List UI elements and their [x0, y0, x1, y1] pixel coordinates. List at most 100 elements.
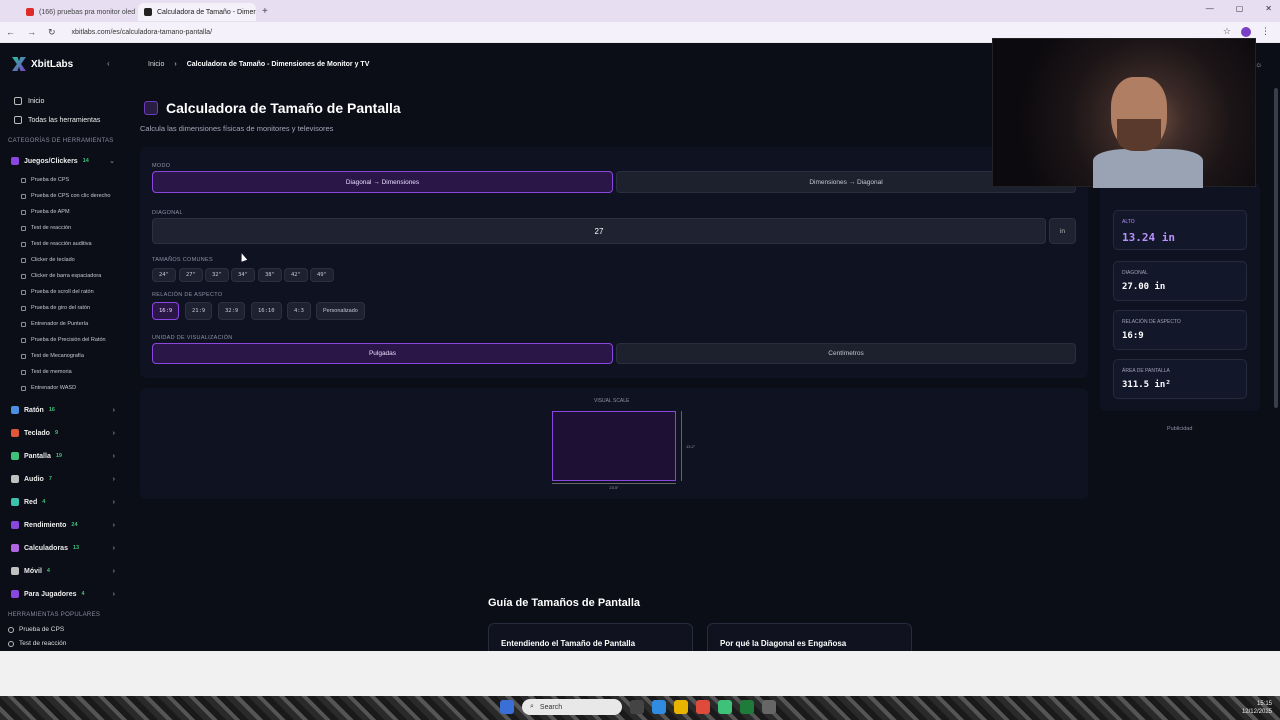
category-icon: [11, 521, 19, 529]
unit-inches-button[interactable]: Pulgadas: [152, 343, 613, 364]
category-icon: [11, 544, 19, 552]
guide-card[interactable]: Entendiendo el Tamaño de Pantalla: [488, 623, 693, 651]
file-explorer-icon[interactable]: [674, 700, 688, 714]
taskbar-search[interactable]: ⌕ Search: [522, 699, 622, 715]
site-logo[interactable]: XbitLabs: [12, 57, 73, 71]
edge-icon[interactable]: [652, 700, 666, 714]
sidebar-subitem[interactable]: Test de memoria: [21, 369, 72, 375]
sidebar-category[interactable]: Móvil 4 ›: [11, 567, 115, 575]
sidebar-subitem[interactable]: Prueba de giro del ratón: [21, 305, 90, 311]
aspect-ratio-chip[interactable]: 21:9: [185, 302, 213, 320]
common-size-chip[interactable]: 34": [231, 268, 255, 282]
back-icon[interactable]: ←: [6, 27, 15, 37]
popular-item-label: Test de reacción: [19, 640, 67, 647]
home-icon: [14, 97, 22, 105]
sidebar-subitem-label: Entrenador WASD: [31, 385, 77, 391]
chevron-right-icon: ›: [112, 590, 115, 598]
profile-avatar[interactable]: [1241, 26, 1251, 37]
task-view-icon[interactable]: [630, 700, 644, 714]
url-field[interactable]: xbitlabs.com/es/calculadora-tamano-panta…: [72, 29, 212, 36]
sidebar-item-all-tools[interactable]: Todas las herramientas: [14, 116, 100, 124]
browser-tab-calculator[interactable]: Calculadora de Tamaño - Dimer ×: [138, 3, 256, 21]
breadcrumb-separator: ›: [174, 61, 177, 68]
calculator-panel: MODO Diagonal → Dimensiones Dimensiones …: [140, 147, 1088, 378]
sidebar-category[interactable]: Red 4 ›: [11, 498, 115, 506]
tool-icon: [21, 193, 26, 199]
new-tab-button[interactable]: +: [262, 6, 268, 17]
sidebar-category[interactable]: Teclado 9 ›: [11, 429, 115, 437]
close-window-icon[interactable]: ✕: [1265, 4, 1272, 13]
common-size-chip[interactable]: 38": [258, 268, 282, 282]
category-label: Teclado: [24, 429, 50, 437]
sidebar-category[interactable]: Para Jugadores 4 ›: [11, 590, 115, 598]
aspect-ratio-chip[interactable]: 16:9: [152, 302, 180, 320]
menu-kebab-icon[interactable]: ⋮: [1261, 26, 1270, 37]
sidebar-subitem[interactable]: Prueba de scroll del ratón: [21, 289, 94, 295]
sidebar-item-label: Inicio: [28, 97, 45, 105]
sidebar-subitem[interactable]: Test de reacción: [21, 225, 71, 231]
sidebar-category[interactable]: Pantalla 19 ›: [11, 452, 115, 460]
aspect-ratio-chip[interactable]: 16:10: [251, 302, 282, 320]
category-icon: [11, 452, 19, 460]
reload-icon[interactable]: ↻: [48, 27, 56, 38]
popular-item[interactable]: Prueba de CPS: [8, 626, 64, 633]
common-size-chip[interactable]: 49": [310, 268, 334, 282]
sidebar-subitem[interactable]: Entrenador WASD: [21, 385, 76, 391]
browser-tabbar: (166) pruebas pra monitor oled × Calcula…: [0, 0, 1280, 22]
sidebar-subitem[interactable]: Clicker de teclado: [21, 257, 75, 263]
bookmark-star-icon[interactable]: ☆: [1223, 26, 1231, 37]
page-scrollbar[interactable]: [1274, 88, 1278, 408]
sidebar-category[interactable]: Rendimiento 24 ›: [11, 521, 115, 529]
mode-diagonal-to-dimensions-button[interactable]: Diagonal → Dimensiones: [152, 171, 613, 193]
sidebar-subitem-label: Prueba de giro del ratón: [31, 305, 91, 311]
store-icon[interactable]: [718, 700, 732, 714]
sidebar-subitem[interactable]: Entrenador de Puntería: [21, 321, 88, 327]
chrome-icon[interactable]: [696, 700, 710, 714]
result-label: ÁREA DE PANTALLA: [1122, 368, 1170, 374]
sidebar-subitem[interactable]: Prueba de APM: [21, 209, 70, 215]
common-size-chip[interactable]: 24": [152, 268, 176, 282]
common-sizes-label: TAMAÑOS COMUNES: [152, 257, 213, 263]
excel-icon[interactable]: [740, 700, 754, 714]
aspect-ratio-chip[interactable]: 32:9: [218, 302, 246, 320]
app-icon[interactable]: [762, 700, 776, 714]
aspect-ratio-chip[interactable]: 4:3: [287, 302, 311, 320]
browser-tab-youtube[interactable]: (166) pruebas pra monitor oled ×: [20, 3, 138, 21]
diagonal-input[interactable]: 27: [152, 218, 1046, 244]
breadcrumb-home[interactable]: Inicio: [148, 61, 164, 68]
sidebar-item-inicio[interactable]: Inicio: [14, 97, 44, 105]
collapse-sidebar-icon[interactable]: ‹: [107, 59, 110, 68]
aspect-ratio-chip[interactable]: Personalizado: [316, 302, 365, 320]
webcam-person-shirt: [1093, 149, 1203, 188]
forward-icon[interactable]: →: [27, 27, 36, 37]
grid-icon: [14, 116, 22, 124]
sidebar-subitem[interactable]: Prueba de CPS con clic derecho: [21, 193, 111, 199]
monitor-icon: [144, 101, 158, 115]
sidebar-category-juegos[interactable]: Juegos/Clickers 14 ⌄: [11, 157, 115, 165]
sidebar-subitem-label: Test de Mecanografía: [31, 353, 84, 359]
sidebar-subitem-label: Clicker de teclado: [31, 257, 75, 263]
minimize-icon[interactable]: —: [1206, 4, 1214, 13]
common-size-chip[interactable]: 42": [284, 268, 308, 282]
windows-start-icon[interactable]: [500, 700, 514, 714]
tab-label: Calculadora de Tamaño - Dimer: [157, 8, 256, 16]
sidebar-subitem[interactable]: Prueba de CPS: [21, 177, 69, 183]
theme-toggle-icon[interactable]: ☼: [1255, 60, 1262, 69]
sidebar-subitem[interactable]: Clicker de barra espaciadora: [21, 273, 101, 279]
unit-centimeters-button[interactable]: Centímetros: [616, 343, 1076, 364]
sidebar-subitem[interactable]: Prueba de Precisión del Ratón: [21, 337, 106, 343]
sidebar-category[interactable]: Ratón 16 ›: [11, 406, 115, 414]
popular-item[interactable]: Test de reacción: [8, 640, 66, 647]
guide-card[interactable]: Por qué la Diagonal es Engañosa: [707, 623, 912, 651]
common-size-chip[interactable]: 27": [179, 268, 203, 282]
sidebar-category[interactable]: Calculadoras 13 ›: [11, 544, 115, 552]
maximize-icon[interactable]: ▢: [1236, 4, 1244, 13]
taskbar-clock[interactable]: 15:15 12/12/2025: [1242, 700, 1272, 716]
visual-scale-label: VISUAL SCALE: [594, 398, 630, 404]
common-size-chip[interactable]: 32": [205, 268, 229, 282]
sidebar-subitem[interactable]: Test de reacción auditiva: [21, 241, 92, 247]
address-actions: ☆ ⋮: [1223, 26, 1270, 37]
sidebar-category[interactable]: Audio 7 ›: [11, 475, 115, 483]
sidebar-subitem[interactable]: Test de Mecanografía: [21, 353, 84, 359]
sidebar-item-label: Todas las herramientas: [28, 116, 101, 124]
